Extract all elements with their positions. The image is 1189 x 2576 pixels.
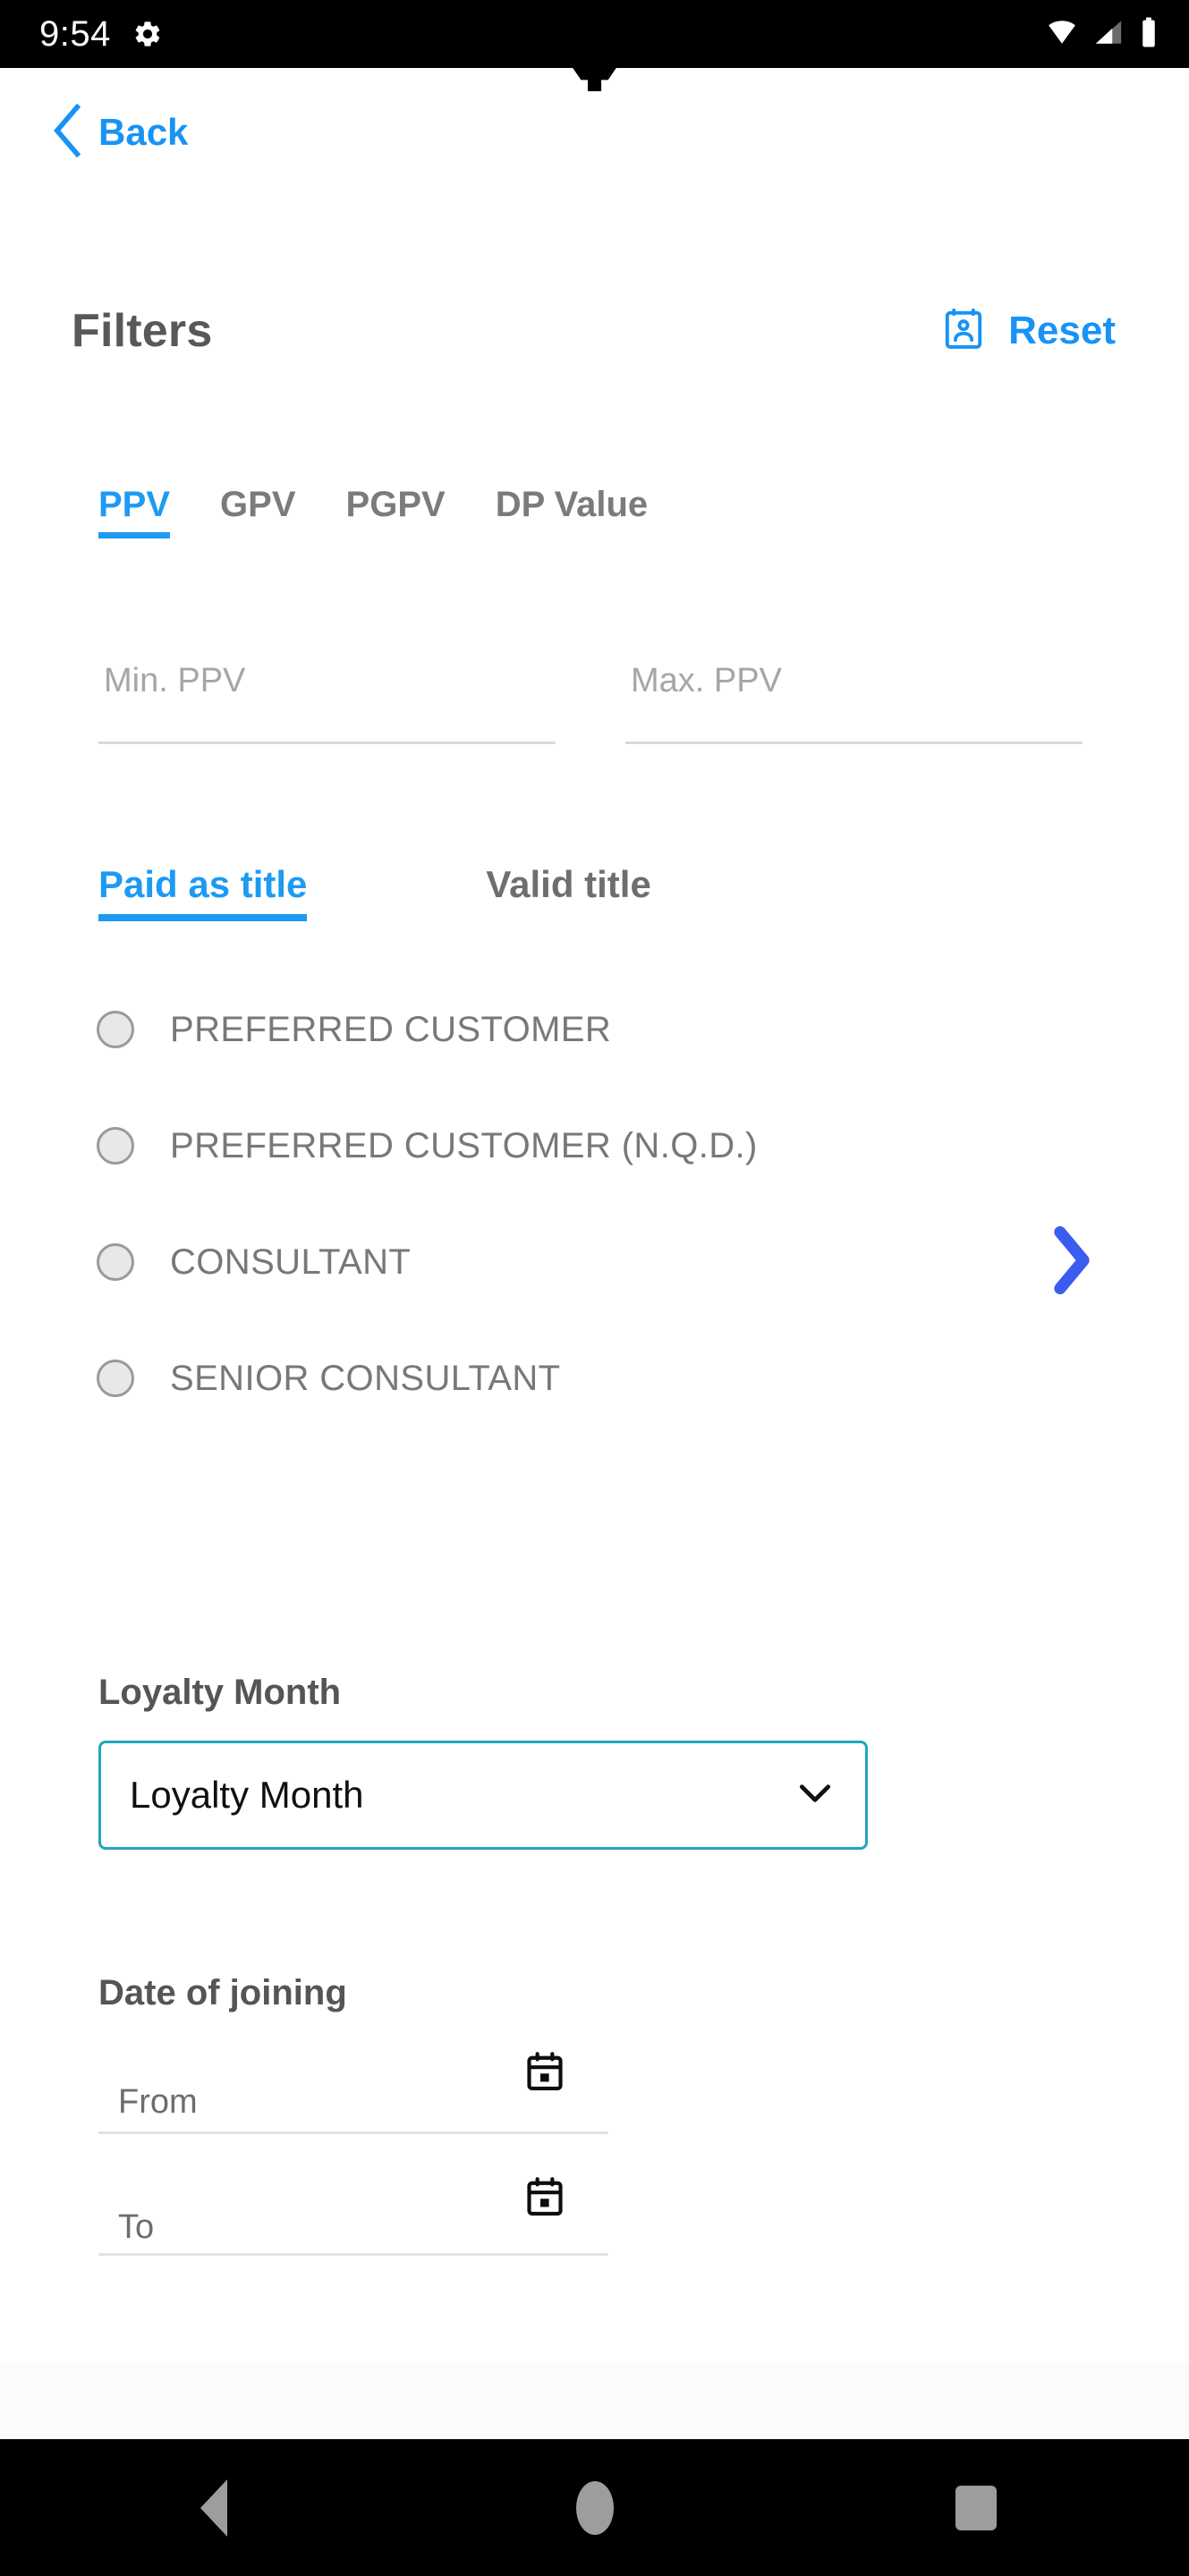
value-tab-bar: PPV GPV PGPV DP Value [98, 485, 648, 538]
date-from-placeholder: From [118, 2083, 198, 2121]
date-from-field[interactable]: From [98, 2041, 608, 2134]
status-bar-clock: 9:54 [39, 14, 111, 54]
page-header: Filters Reset [0, 297, 1189, 365]
status-bar-left: 9:54 [39, 16, 163, 52]
back-label: Back [98, 111, 189, 153]
cellular-signal-icon [1092, 17, 1125, 52]
home-circle-icon [575, 2480, 614, 2535]
next-page-button[interactable] [1040, 1217, 1103, 1307]
list-item[interactable]: CONSULTANT [97, 1204, 1099, 1320]
tab-pgpv[interactable]: PGPV [346, 485, 446, 538]
page-title: Filters [72, 305, 213, 357]
min-ppv-input[interactable] [98, 640, 556, 741]
nav-back-button[interactable] [178, 2472, 250, 2544]
radio-button[interactable] [97, 1127, 134, 1165]
loyalty-month-label: Loyalty Month [98, 1673, 342, 1712]
tab-valid-title[interactable]: Valid title [486, 863, 650, 921]
nav-home-button[interactable] [559, 2472, 631, 2544]
list-item[interactable]: PREFERRED CUSTOMER [97, 971, 1099, 1088]
chevron-right-icon [1048, 1223, 1096, 1302]
reset-label: Reset [1008, 309, 1116, 352]
recents-square-icon [955, 2485, 997, 2530]
date-of-joining-label: Date of joining [98, 1973, 347, 2012]
gear-icon [132, 19, 163, 49]
list-item-label: PREFERRED CUSTOMER [170, 1010, 612, 1049]
calendar-icon[interactable] [522, 2050, 567, 2099]
tab-ppv[interactable]: PPV [98, 485, 171, 538]
status-bar-right [1046, 16, 1159, 53]
list-item[interactable]: SENIOR CONSULTANT [97, 1320, 1099, 1436]
tab-paid-as-title[interactable]: Paid as title [98, 863, 308, 922]
max-ppv-input[interactable] [625, 640, 1083, 741]
tab-gpv[interactable]: GPV [220, 485, 295, 538]
nav-recents-button[interactable] [940, 2472, 1012, 2544]
status-bar: 9:54 [0, 0, 1189, 68]
chevron-left-icon [52, 103, 82, 162]
contact-card-icon [940, 306, 987, 357]
tab-dp-value[interactable]: DP Value [496, 485, 648, 538]
radio-button[interactable] [97, 1243, 134, 1281]
battery-icon [1139, 16, 1159, 53]
date-to-field[interactable]: To [98, 2163, 608, 2256]
system-navigation-bar [0, 2439, 1189, 2576]
title-tab-bar: Paid as title Valid title [98, 863, 1038, 922]
min-ppv-field[interactable] [98, 640, 556, 744]
back-triangle-icon [200, 2479, 227, 2537]
list-item-label: CONSULTANT [170, 1242, 412, 1282]
list-item-label: PREFERRED CUSTOMER (N.Q.D.) [170, 1126, 758, 1165]
back-button[interactable]: Back [52, 103, 189, 162]
chevron-down-icon [795, 1780, 835, 1811]
list-item[interactable]: PREFERRED CUSTOMER (N.Q.D.) [97, 1088, 1099, 1204]
radio-button[interactable] [97, 1360, 134, 1397]
title-option-list: PREFERRED CUSTOMER PREFERRED CUSTOMER (N… [97, 971, 1099, 1436]
filters-page: Back Filters Reset PPV GPV PGPV DP Value… [0, 68, 1189, 2439]
radio-button[interactable] [97, 1011, 134, 1048]
reset-button[interactable]: Reset [940, 306, 1116, 357]
max-ppv-field[interactable] [625, 640, 1083, 744]
loyalty-month-select[interactable]: Loyalty Month [98, 1741, 868, 1850]
date-to-placeholder: To [118, 2208, 155, 2246]
loyalty-month-value: Loyalty Month [130, 1774, 364, 1816]
content-bottom-shade [0, 2362, 1189, 2439]
list-item-label: SENIOR CONSULTANT [170, 1359, 561, 1398]
wifi-icon [1046, 17, 1078, 52]
phone-screen: 9:54 Back Filters Reset PPV GPV PGPV DP … [0, 0, 1189, 2576]
range-input-row [98, 640, 1083, 744]
calendar-icon[interactable] [522, 2175, 567, 2224]
